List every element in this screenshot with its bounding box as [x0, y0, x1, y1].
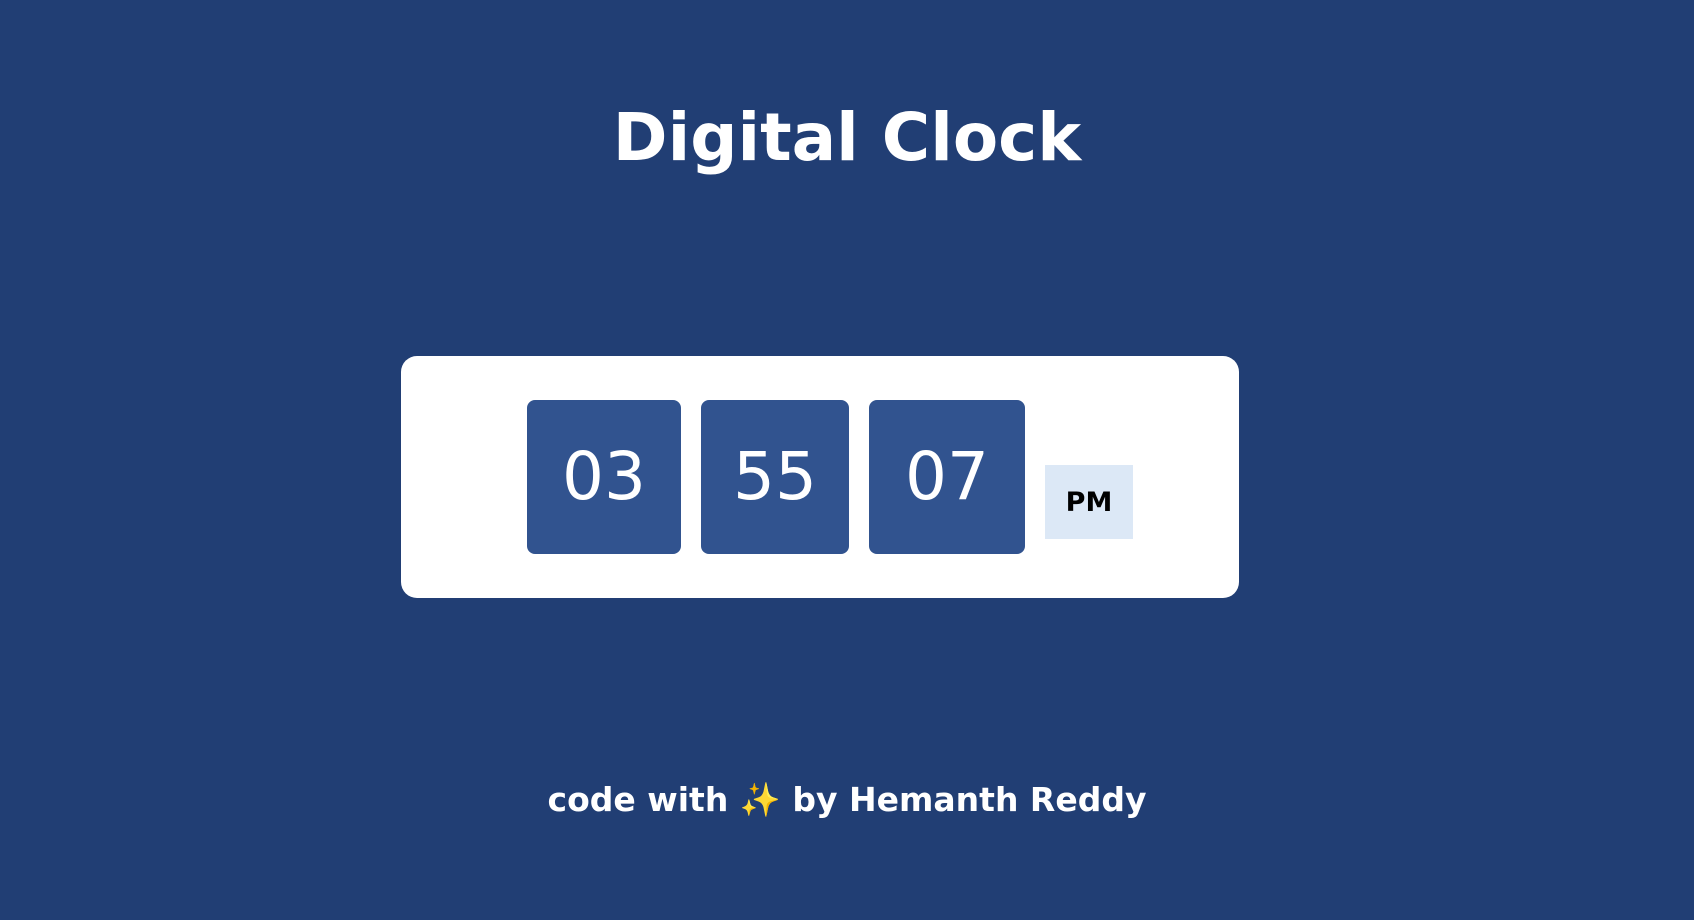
page-title: Digital Clock [612, 99, 1082, 176]
seconds-display: 07 [869, 400, 1025, 554]
sparkles-icon: ✨ [739, 780, 781, 819]
clock-card: 03 55 07 PM [401, 356, 1239, 598]
hours-display: 03 [527, 400, 681, 554]
am-pm-badge: PM [1045, 465, 1133, 539]
footer-prefix: code with [547, 780, 729, 819]
footer-credit: code with ✨ by Hemanth Reddy [0, 778, 1694, 822]
footer-author: by Hemanth Reddy [792, 780, 1147, 819]
minutes-display: 55 [701, 400, 849, 554]
